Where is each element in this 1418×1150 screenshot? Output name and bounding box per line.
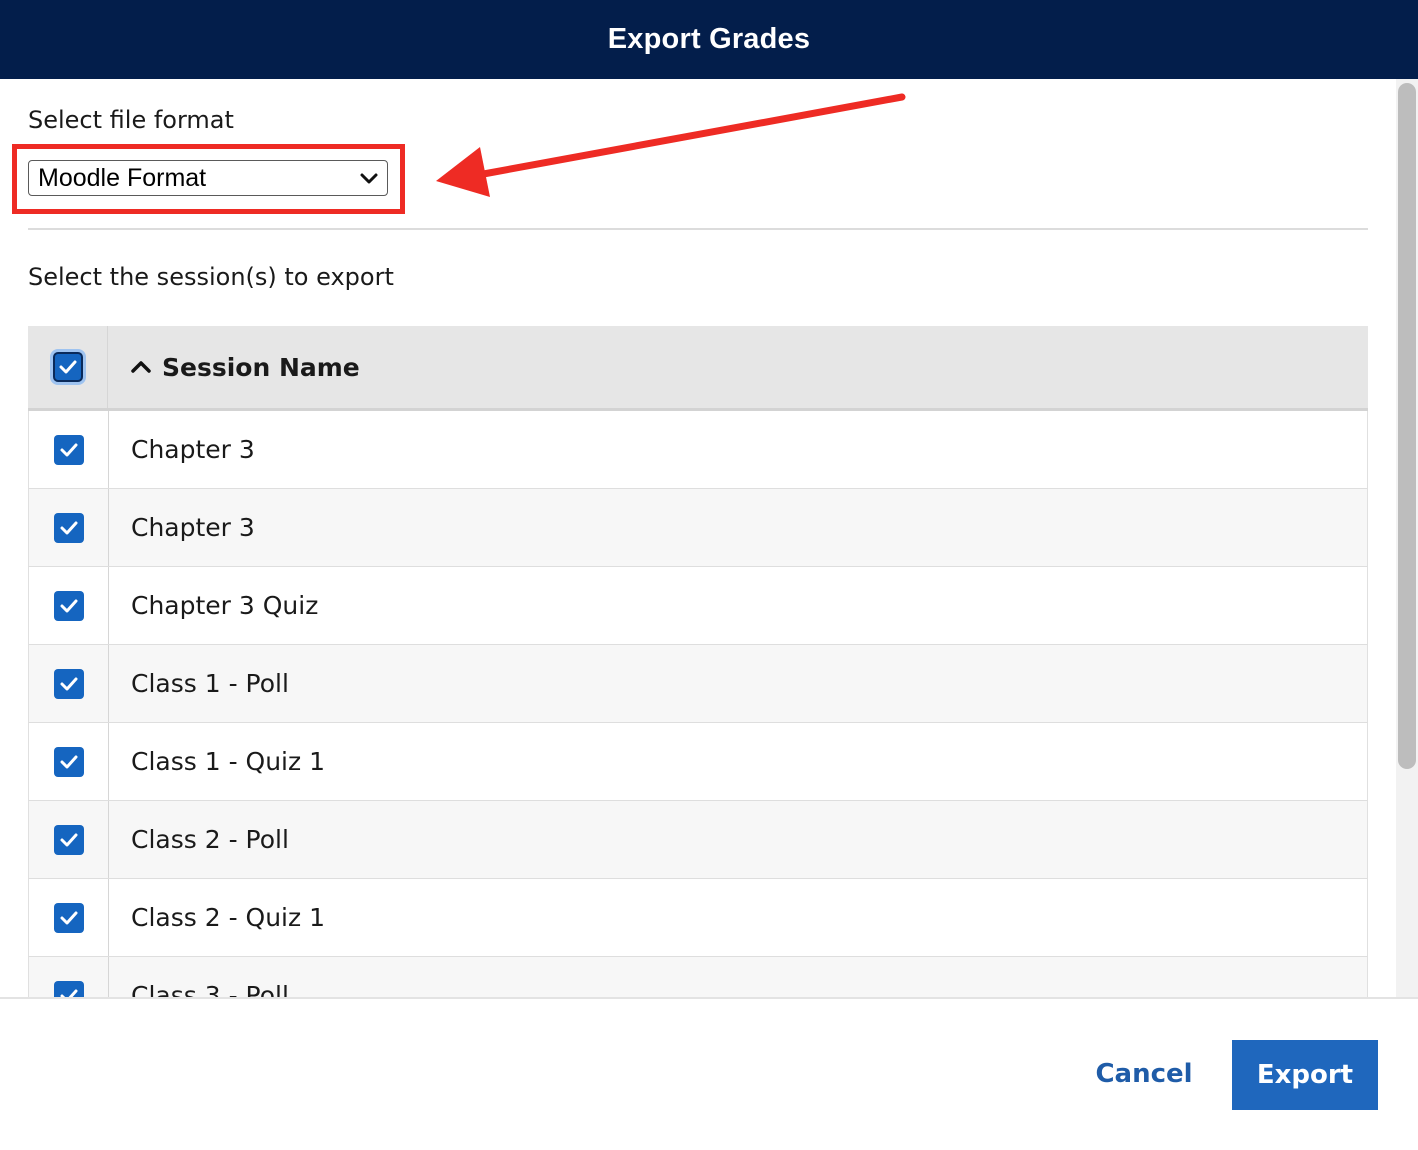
header-checkbox-cell: [28, 326, 108, 408]
checkmark-icon: [60, 911, 77, 924]
checkmark-icon: [59, 360, 76, 374]
dialog-header: Export Grades: [0, 0, 1418, 79]
checkmark-icon: [60, 677, 77, 690]
table-row: Chapter 3 Quiz: [28, 567, 1368, 645]
table-row: Class 2 - Quiz 1: [28, 879, 1368, 957]
checkmark-icon: [60, 755, 77, 768]
row-checkbox[interactable]: [53, 512, 84, 543]
annotation-highlight-box: [12, 144, 405, 214]
row-checkbox[interactable]: [53, 902, 84, 933]
checkmark-icon: [60, 521, 77, 534]
row-checkbox-cell: [29, 645, 109, 722]
dialog-footer: Cancel Export: [0, 997, 1418, 1150]
row-checkbox[interactable]: [53, 824, 84, 855]
sessions-table: Session Name Chapter 3 Chapter 3 Chapter…: [28, 326, 1368, 997]
row-checkbox-cell: [29, 879, 109, 956]
table-row: Class 3 - Poll: [28, 957, 1368, 997]
select-all-checkbox[interactable]: [52, 352, 83, 382]
row-checkbox-cell: [29, 957, 109, 997]
column-header-label: Session Name: [162, 352, 360, 382]
row-checkbox-cell: [29, 567, 109, 644]
chevron-up-icon: [131, 361, 151, 373]
table-header-row: Session Name: [28, 326, 1368, 411]
row-checkbox[interactable]: [53, 590, 84, 621]
row-checkbox-cell: [29, 411, 109, 488]
annotation-arrow-icon: [436, 93, 906, 197]
session-name: Chapter 3: [131, 513, 255, 542]
dialog-body[interactable]: Select file format Moodle Format Select …: [0, 79, 1396, 997]
checkmark-icon: [60, 989, 77, 997]
table-row: Chapter 3: [28, 489, 1368, 567]
session-name: Class 1 - Quiz 1: [131, 747, 325, 776]
row-checkbox-cell: [29, 801, 109, 878]
session-name: Class 2 - Quiz 1: [131, 903, 325, 932]
session-name: Chapter 3 Quiz: [131, 591, 319, 620]
section-divider: [28, 228, 1368, 230]
checkmark-icon: [60, 833, 77, 846]
checkmark-icon: [60, 599, 77, 612]
checkmark-icon: [60, 443, 77, 456]
table-row: Class 2 - Poll: [28, 801, 1368, 879]
session-name: Chapter 3: [131, 435, 255, 464]
export-button[interactable]: Export: [1232, 1040, 1378, 1110]
session-name: Class 3 - Poll: [131, 981, 289, 997]
row-checkbox[interactable]: [53, 746, 84, 777]
sessions-label: Select the session(s) to export: [28, 263, 394, 291]
row-checkbox[interactable]: [53, 434, 84, 465]
cancel-button[interactable]: Cancel: [1086, 1039, 1202, 1109]
row-checkbox-cell: [29, 489, 109, 566]
column-header-session-name[interactable]: Session Name: [108, 326, 1368, 408]
session-name: Class 1 - Poll: [131, 669, 289, 698]
scrollbar-thumb[interactable]: [1398, 83, 1416, 769]
dialog-title: Export Grades: [607, 23, 811, 55]
table-row: Class 1 - Quiz 1: [28, 723, 1368, 801]
table-row: Chapter 3: [28, 411, 1368, 489]
session-name: Class 2 - Poll: [131, 825, 289, 854]
file-format-label: Select file format: [28, 106, 234, 134]
row-checkbox[interactable]: [53, 668, 84, 699]
row-checkbox[interactable]: [53, 980, 84, 997]
row-checkbox-cell: [29, 723, 109, 800]
table-row: Class 1 - Poll: [28, 645, 1368, 723]
